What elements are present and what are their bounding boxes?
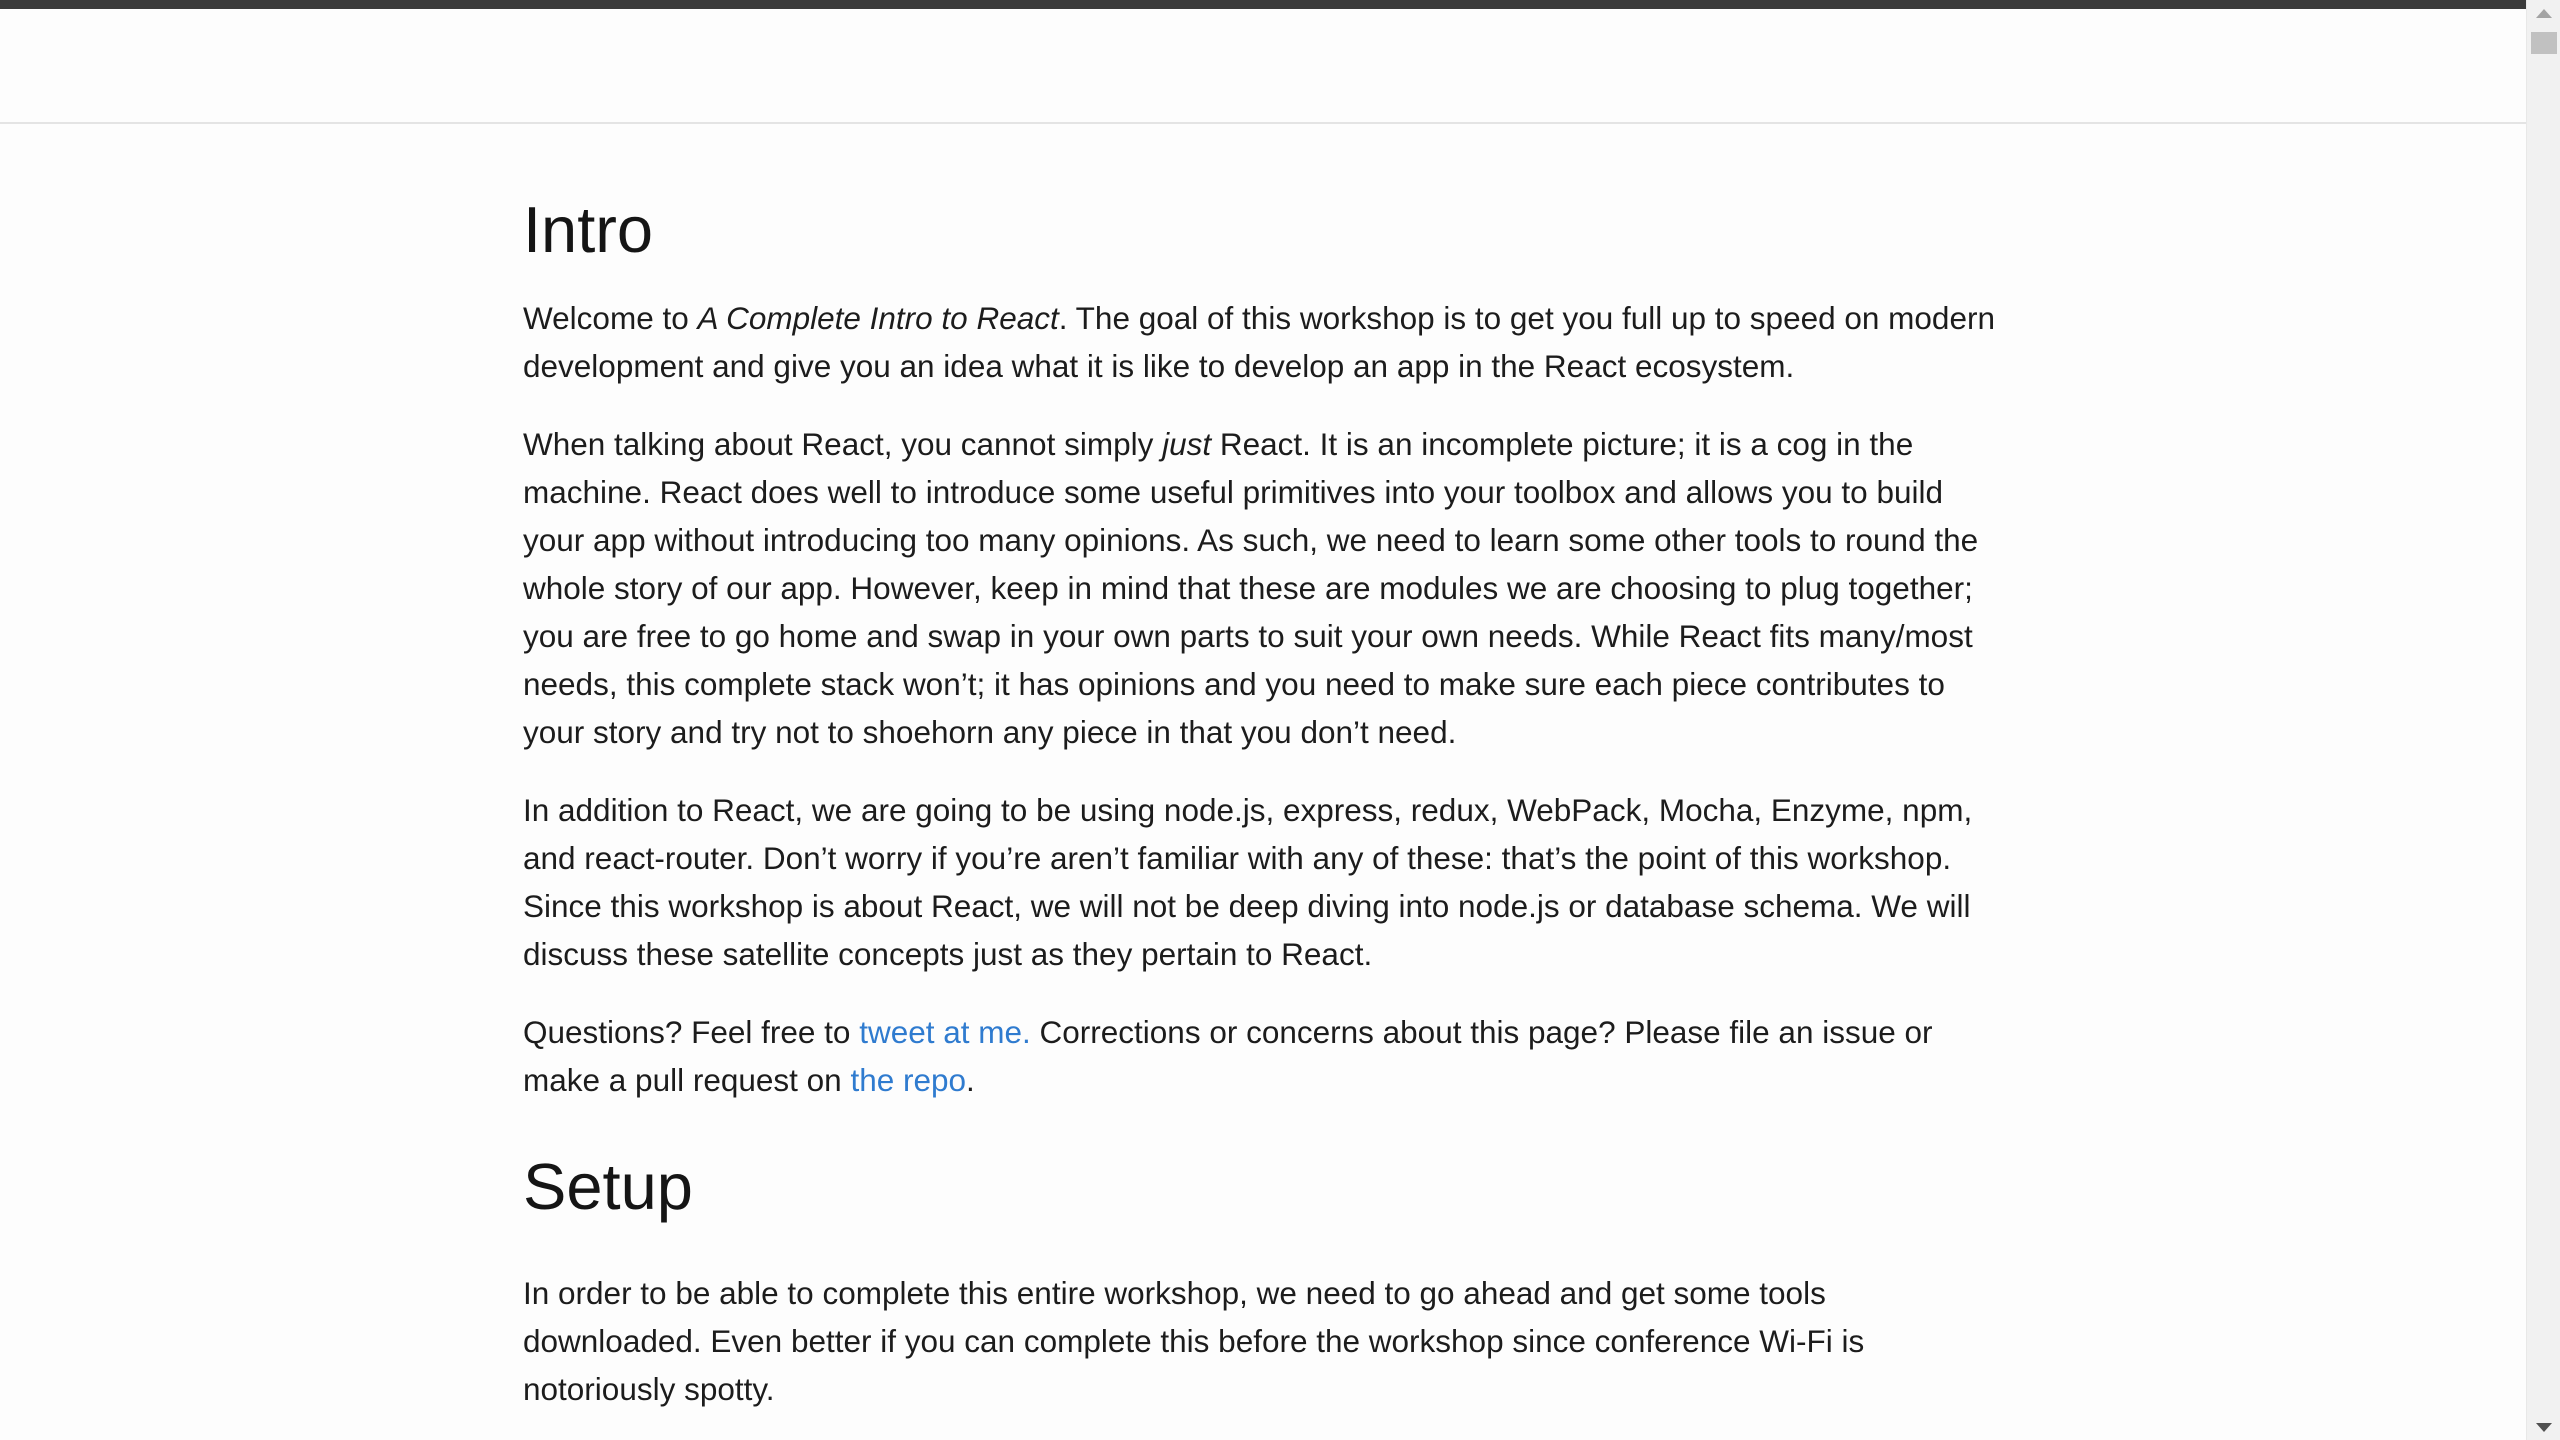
tweet-link[interactable]: tweet at me. xyxy=(859,1014,1031,1050)
intro-heading: Intro xyxy=(523,193,654,266)
page-viewport: Intro Welcome to A Complete Intro to Rea… xyxy=(0,0,2526,1440)
intro-p1-before: Welcome to xyxy=(523,299,698,336)
intro-paragraph-1: Welcome to A Complete Intro to React. Th… xyxy=(523,294,2013,390)
scroll-down-button[interactable] xyxy=(2527,1414,2560,1440)
intro-paragraph-3: In addition to React, we are going to be… xyxy=(523,791,1973,972)
vertical-scrollbar[interactable] xyxy=(2526,0,2560,1440)
article-content: Intro Welcome to A Complete Intro to Rea… xyxy=(523,175,2013,1440)
scroll-thumb[interactable] xyxy=(2531,32,2557,54)
triangle-down-icon xyxy=(2536,1422,2552,1432)
intro-paragraph-2: When talking about React, you cannot sim… xyxy=(523,420,2013,756)
just-emphasis: just xyxy=(1162,425,1212,462)
course-title: A Complete Intro to React xyxy=(697,299,1059,336)
intro-p4-before: Questions? Feel free to xyxy=(523,1013,860,1050)
intro-p2-after: React. It is an incomplete picture; it i… xyxy=(523,425,1979,750)
page-header xyxy=(0,9,2526,124)
repo-link[interactable]: the repo xyxy=(850,1062,966,1098)
intro-paragraph-4: Questions? Feel free to tweet at me. Cor… xyxy=(523,1008,2013,1104)
intro-p2-before: When talking about React, you cannot sim… xyxy=(523,425,1163,462)
triangle-up-icon xyxy=(2536,8,2552,18)
intro-p4-after: . xyxy=(966,1061,975,1098)
top-accent-strip xyxy=(0,0,2526,9)
setup-paragraph-1: In order to be able to complete this ent… xyxy=(523,1274,1865,1407)
setup-heading: Setup xyxy=(523,1149,693,1223)
scroll-up-button[interactable] xyxy=(2527,0,2560,26)
